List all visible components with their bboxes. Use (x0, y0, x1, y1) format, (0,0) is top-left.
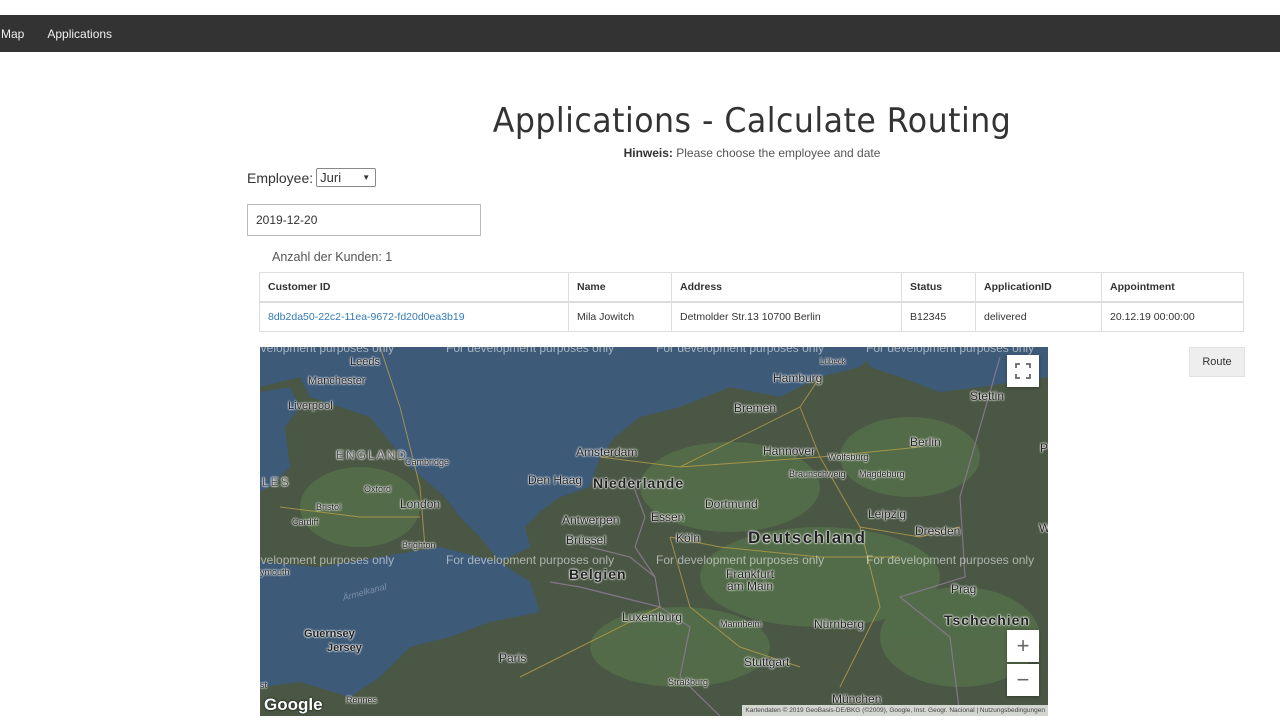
map-label-prag: Prag (951, 582, 977, 596)
map-label-brussel: Brüssel (566, 533, 607, 547)
map-label-den-haag: Den Haag (528, 473, 583, 487)
map-label-bristol: Bristol (316, 502, 342, 512)
map-label-p: P (1040, 441, 1048, 455)
dev-watermark: For development purposes only (656, 347, 825, 355)
map-label-dresden: Dresden (915, 524, 961, 538)
map-label-leeds: Leeds (350, 356, 380, 368)
dev-watermark: For development purposes only (866, 553, 1035, 567)
map-label-stuttgart: Stuttgart (744, 655, 790, 669)
dev-watermark: For development purposes only (866, 347, 1035, 355)
table-row: 8db2da50-22c2-11ea-9672-fd20d0ea3b19 Mil… (259, 301, 1244, 332)
hint-text: Hinweis: Please choose the employee and … (0, 146, 1280, 160)
map-label-st: st (260, 680, 268, 690)
map-label-antwerpen: Antwerpen (562, 513, 620, 527)
map-label-cambridge: Cambridge (405, 457, 450, 467)
dev-watermark: evelopment purposes only (260, 553, 395, 567)
cell-status: B12345 (901, 301, 976, 332)
route-button[interactable]: Route (1189, 347, 1245, 377)
map-label-manchester: Manchester (308, 375, 366, 387)
map-label-tschechien: Tschechien (944, 612, 1030, 628)
dev-watermark: For development purposes only (656, 553, 825, 567)
map-label-lubeck: Lübeck (820, 357, 846, 366)
navbar: Map Applications (0, 15, 1280, 52)
map-label-strassburg: Straßburg (668, 677, 709, 687)
google-logo: Google (264, 695, 323, 714)
map-label-hannover: Hannover (763, 444, 816, 458)
map-label-les: LES (262, 475, 291, 489)
map-label-nurnberg: Nürnberg (814, 617, 865, 631)
hint-message: Please choose the employee and date (676, 146, 881, 160)
date-input[interactable]: 2019-12-20 (247, 204, 481, 236)
zoom-in-button[interactable]: + (1007, 630, 1039, 662)
col-status: Status (901, 272, 976, 303)
page-title: Applications - Calculate Routing (492, 101, 1012, 141)
date-input-value: 2019-12-20 (256, 213, 318, 227)
map-label-deutschland: Deutschland (748, 528, 867, 547)
col-appointment: Appointment (1101, 272, 1244, 303)
map-label-jersey: Jersey (327, 642, 362, 654)
col-application-id: ApplicationID (975, 272, 1102, 303)
map-label-london: London (400, 497, 441, 511)
cell-appointment: 20.12.19 00:00:00 (1101, 301, 1244, 332)
map-label-niederlande: Niederlande (593, 475, 685, 491)
map-label-oxford: Oxford (364, 484, 392, 494)
col-customer-id: Customer ID (259, 272, 569, 303)
map-label-bremen: Bremen (734, 401, 777, 415)
map-label-berlin: Berlin (910, 435, 941, 449)
customer-id-link[interactable]: 8db2da50-22c2-11ea-9672-fd20d0ea3b19 (268, 311, 465, 323)
map-label-ymouth: ymouth (260, 567, 290, 577)
dev-watermark: For development purposes only (446, 347, 615, 355)
col-name: Name (568, 272, 672, 303)
map-label-hamburg: Hamburg (773, 371, 823, 385)
customer-count: Anzahl der Kunden: 1 (272, 250, 393, 264)
employee-label: Employee: (247, 169, 314, 186)
map-label-wolfsburg: Wolfsburg (828, 452, 869, 462)
cell-name: Mila Jowitch (568, 301, 672, 332)
map-label-belgien: Belgien (569, 566, 627, 582)
zoom-out-button[interactable]: − (1007, 664, 1039, 696)
map-label-essen: Essen (651, 510, 685, 524)
fullscreen-button[interactable] (1007, 355, 1039, 387)
map-label-liverpool: Liverpool (288, 400, 333, 412)
col-address: Address (671, 272, 902, 303)
table-header-row: Customer ID Name Address Status Applicat… (259, 272, 1244, 303)
cell-customer-id: 8db2da50-22c2-11ea-9672-fd20d0ea3b19 (259, 301, 569, 332)
caret-down-icon: ▼ (362, 173, 371, 182)
map-label-dortmund: Dortmund (705, 497, 758, 511)
map-label-cardiff: Cardiff (292, 517, 319, 527)
map-label-brighton: Brighton (402, 540, 436, 550)
cell-application-id: delivered (975, 301, 1102, 332)
map-attribution[interactable]: Kartendaten © 2019 GeoBasis-DE/BKG (©200… (742, 705, 1048, 716)
map-label-munchen: München (832, 692, 882, 706)
map-label-braunschweig: Braunschweig (789, 469, 846, 479)
map-label-koln: Köln (676, 531, 701, 545)
map-label-frankfurt: Frankfurt am Main (726, 567, 775, 593)
hint-label: Hinweis: (623, 146, 673, 160)
map-label-rennes: Rennes (346, 695, 378, 705)
top-strip (0, 0, 1280, 15)
map-label-amsterdam: Amsterdam (576, 445, 638, 459)
nav-link-map[interactable]: Map (1, 27, 24, 41)
map-label-leipzig: Leipzig (868, 507, 907, 521)
map-label-england: ENGLAND (336, 448, 409, 462)
map[interactable]: evelopment purposes only For development… (260, 347, 1048, 716)
dev-watermark: evelopment purposes only (260, 347, 395, 355)
map-label-magdeburg: Magdeburg (859, 469, 905, 479)
map-label-guernsey: Guernsey (304, 628, 355, 640)
cell-address: Detmolder Str.13 10700 Berlin (671, 301, 902, 332)
map-label-luxemburg: Luxemburg (622, 610, 683, 624)
map-label-stettin: Stettin (970, 389, 1005, 403)
employee-row: Employee: Juri ▼ (247, 168, 377, 187)
nav-link-applications[interactable]: Applications (47, 27, 112, 41)
employee-select[interactable]: Juri ▼ (316, 168, 377, 187)
fullscreen-icon (1015, 363, 1031, 379)
map-label-mannheim: Mannheim (720, 619, 763, 629)
dev-watermark: For development purposes only (446, 553, 615, 567)
employee-select-value: Juri (320, 170, 342, 185)
map-label-paris: Paris (499, 651, 527, 665)
customer-table: Customer ID Name Address Status Applicat… (259, 272, 1244, 332)
map-label-w: W (1039, 521, 1048, 535)
